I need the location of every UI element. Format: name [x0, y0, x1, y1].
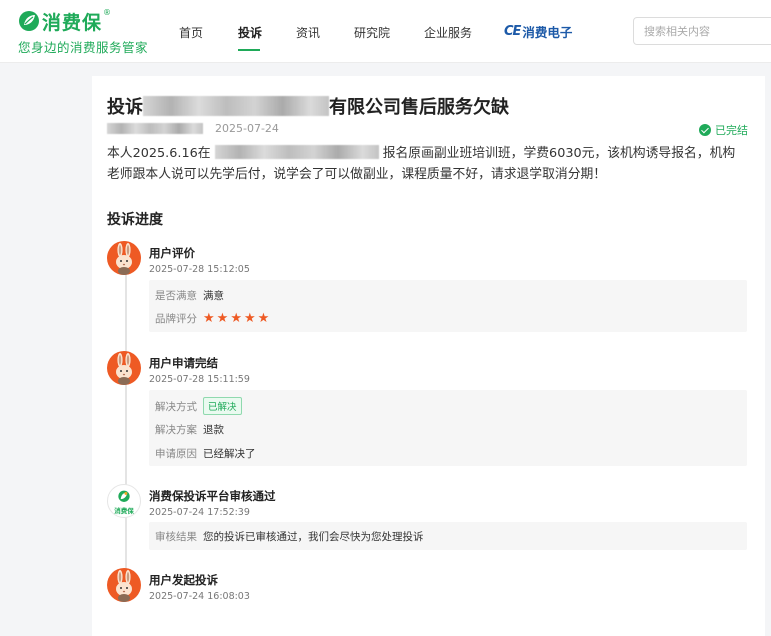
brand-rating-stars: ★ ★ ★ ★ ★	[203, 312, 271, 325]
rabbit-icon	[116, 243, 132, 275]
logo-slogan: 您身边的消费服务管家	[18, 40, 149, 55]
detail-value: 您的投诉已审核通过，我们会尽快为您处理投诉	[203, 531, 424, 543]
complaint-description: 本人2025.6.16在 报名原画副业班培训班，学费6030元，该机构诱导报名，…	[107, 143, 747, 185]
detail-row: 解决方案 退款	[155, 422, 224, 437]
star-icon: ★	[216, 311, 229, 326]
timeline-detail: 解决方式 已解决 解决方案 退款 申请原因 已经解决了	[149, 390, 747, 466]
complaint-meta: 2025-07-24	[107, 122, 279, 135]
active-tab-indicator	[238, 49, 260, 51]
xfb-avatar-text: 消费保	[114, 507, 134, 515]
check-circle-icon	[699, 124, 711, 136]
nav-complaint[interactable]: 投诉	[238, 24, 262, 41]
detail-label: 审核结果	[155, 531, 197, 543]
timeline-time: 2025-07-28 15:12:05	[149, 264, 250, 275]
star-icon: ★	[243, 311, 256, 326]
redacted-username	[107, 123, 203, 134]
detail-label: 品牌评分	[155, 313, 197, 325]
detail-value: 满意	[203, 290, 224, 302]
nav-home[interactable]: 首页	[179, 24, 203, 41]
xfb-logo-avatar: 消费保	[107, 484, 141, 518]
star-icon: ★	[203, 311, 215, 326]
complaint-card: 投诉 有限公司售后服务欠缺 2025-07-24 已完结 本人2025.6.16在…	[92, 76, 765, 636]
timeline-line	[125, 271, 127, 581]
desc-prefix: 本人2025.6.16在	[107, 146, 211, 161]
title-prefix: 投诉	[107, 97, 143, 118]
detail-label: 申请原因	[155, 448, 197, 460]
status-text: 已完结	[715, 124, 748, 137]
detail-label: 解决方式	[155, 400, 197, 413]
detail-row: 是否满意 满意	[155, 288, 224, 303]
detail-row: 审核结果 您的投诉已审核通过，我们会尽快为您处理投诉	[155, 529, 424, 544]
timeline-detail: 审核结果 您的投诉已审核通过，我们会尽快为您处理投诉	[149, 522, 747, 550]
timeline-title: 消费保投诉平台审核通过	[149, 489, 276, 503]
timeline-time: 2025-07-24 17:52:39	[149, 507, 250, 518]
detail-label: 是否满意	[155, 290, 197, 302]
site-logo[interactable]: 消费保 ® 您身边的消费服务管家	[18, 8, 158, 56]
logo-text: 消费保	[42, 11, 103, 34]
timeline-time: 2025-07-28 15:11:59	[149, 374, 250, 385]
rabbit-avatar	[107, 241, 141, 275]
star-icon: ★	[257, 311, 270, 326]
detail-label: 解决方案	[155, 424, 197, 436]
progress-section-title: 投诉进度	[107, 212, 163, 228]
redacted-company-name	[143, 96, 329, 116]
complaint-date: 2025-07-24	[215, 122, 279, 135]
complaint-title: 投诉 有限公司售后服务欠缺	[107, 93, 509, 119]
status-badge: 已完结	[699, 122, 748, 138]
detail-row: 解决方式 已解决	[155, 397, 242, 415]
timeline-title: 用户申请完结	[149, 356, 218, 370]
title-suffix: 有限公司售后服务欠缺	[329, 97, 509, 118]
detail-value: 已经解决了	[203, 448, 256, 460]
ce-logo-mark: CE	[504, 24, 521, 39]
star-icon: ★	[230, 311, 242, 326]
redacted-institution	[214, 145, 379, 159]
rabbit-icon	[116, 353, 132, 385]
timeline-title: 用户评价	[149, 246, 195, 260]
leaf-logo-icon	[19, 11, 39, 31]
detail-row: 申请原因 已经解决了	[155, 446, 256, 461]
resolved-tag: 已解决	[203, 397, 242, 415]
search-input[interactable]	[633, 17, 771, 45]
timeline-detail: 是否满意 满意 品牌评分 ★ ★ ★ ★ ★	[149, 280, 747, 332]
detail-value: 退款	[203, 424, 224, 436]
timeline-title: 用户发起投诉	[149, 573, 218, 587]
registered-mark: ®	[103, 8, 112, 17]
detail-row: 品牌评分 ★ ★ ★ ★ ★	[155, 311, 271, 326]
rabbit-avatar	[107, 568, 141, 602]
ce-electronics-link[interactable]: CE 消费电子	[504, 22, 572, 41]
timeline-time: 2025-07-24 16:08:03	[149, 591, 250, 602]
rabbit-avatar	[107, 351, 141, 385]
top-header: 消费保 ® 您身边的消费服务管家 首页 投诉 资讯 研究院 企业服务 CE 消费…	[0, 0, 771, 63]
rabbit-icon	[116, 570, 132, 602]
nav-news[interactable]: 资讯	[296, 24, 320, 41]
nav-research[interactable]: 研究院	[354, 24, 390, 41]
ce-logo-label: 消费电子	[522, 25, 573, 40]
nav-enterprise[interactable]: 企业服务	[424, 24, 472, 41]
